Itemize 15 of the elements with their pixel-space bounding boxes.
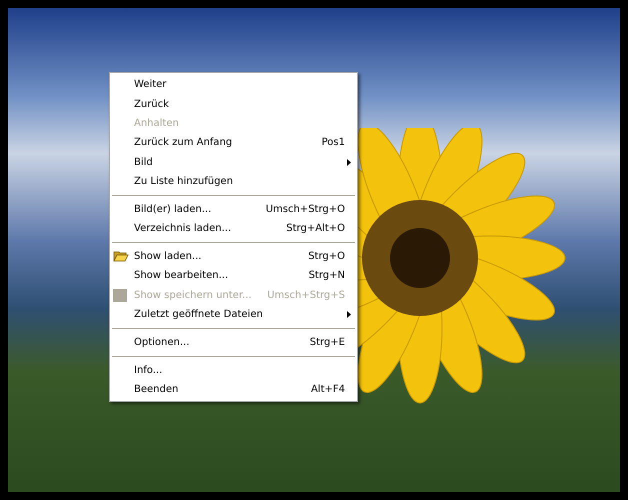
menu-item[interactable]: Optionen... Strg+E	[110, 332, 357, 352]
menu-item[interactable]: Info...	[110, 360, 357, 380]
menu-item[interactable]: Show bearbeiten... Strg+N	[110, 266, 357, 286]
menu-item[interactable]: Zurück zum Anfang Pos1	[110, 133, 357, 153]
menu-item[interactable]: Bild	[110, 152, 357, 172]
square-icon	[113, 288, 127, 302]
folder-icon	[113, 248, 129, 263]
menu-item[interactable]: Verzeichnis laden... Strg+Alt+O	[110, 219, 357, 238]
menu-item[interactable]: Zu Liste hinzufügen	[110, 172, 357, 192]
menu-item[interactable]: Show laden... Strg+O	[110, 246, 357, 266]
menu-item[interactable]: Weiter	[110, 75, 357, 94]
menu-item[interactable]: Zurück	[110, 94, 357, 114]
menu-item[interactable]: Zuletzt geöffnete Dateien	[110, 305, 357, 324]
menu-item[interactable]: Bild(er) laden... Umsch+Strg+O	[110, 200, 357, 220]
menu-item[interactable]: Beenden Alt+F4	[110, 380, 357, 400]
